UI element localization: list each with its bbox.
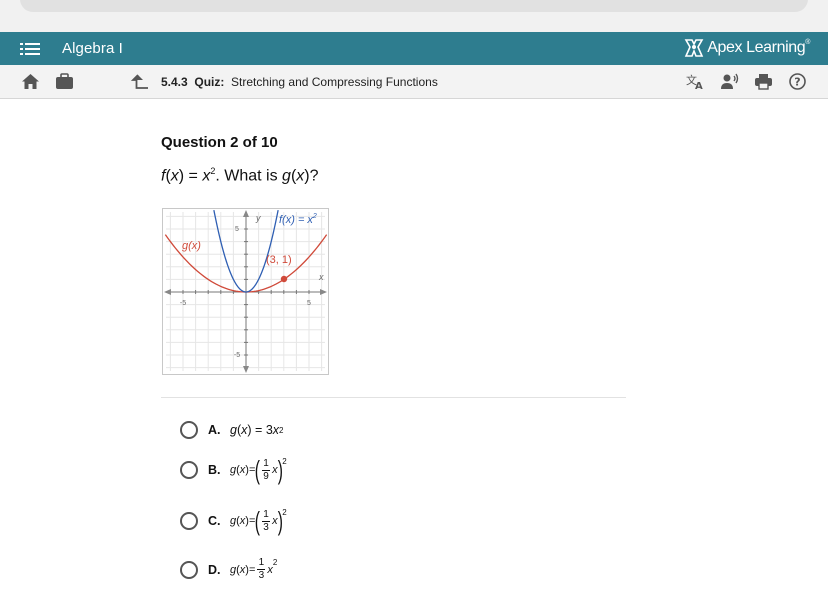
g-label: g(x) — [182, 240, 201, 252]
divider — [161, 397, 626, 398]
radio-button[interactable] — [180, 461, 198, 479]
choice-letter: B. — [208, 463, 221, 477]
lesson-title: Stretching and Compressing Functions — [231, 75, 438, 89]
print-icon[interactable] — [754, 73, 773, 90]
breadcrumb: 5.4.3 Quiz: Stretching and Compressing F… — [161, 75, 438, 89]
svg-text:A: A — [695, 81, 703, 90]
radio-button[interactable] — [180, 421, 198, 439]
choice-d[interactable]: D. g(x) = 13x2 — [180, 558, 277, 581]
lesson-type: Quiz: — [194, 75, 225, 89]
choice-c-expression: g(x) = ( 13x ) 2 — [230, 506, 287, 536]
apex-logo-icon — [684, 39, 704, 57]
svg-text:?: ? — [794, 76, 800, 89]
choice-a[interactable]: A. g(x) = 3x2 — [180, 421, 283, 439]
choice-c[interactable]: C. g(x) = ( 13x ) 2 — [180, 508, 287, 534]
question-prompt: f(x) = x2. What is g(x)? — [161, 166, 319, 185]
choice-letter: A. — [208, 423, 221, 437]
x-tick-label-neg: -5 — [180, 300, 186, 307]
read-aloud-icon[interactable] — [720, 73, 740, 90]
choice-letter: D. — [208, 562, 221, 577]
help-icon[interactable]: ? — [788, 73, 807, 90]
y-axis-label: y — [255, 213, 261, 223]
back-arrow-icon[interactable] — [131, 73, 150, 90]
course-title: Algebra I — [62, 40, 123, 57]
brand-logo: Apex Learning® — [684, 38, 810, 58]
x-axis-label: x — [318, 272, 324, 282]
choice-letter: C. — [208, 514, 221, 528]
point-3-1 — [280, 275, 288, 283]
browser-top-strip — [0, 0, 828, 32]
point-label: (3, 1) — [266, 254, 292, 266]
browser-address-bar[interactable] — [20, 0, 808, 12]
app-header: Algebra I Apex Learning® — [0, 32, 828, 65]
choice-b-expression: g(x) = ( 19x ) 2 — [230, 455, 287, 485]
brand-name: Apex Learning® — [707, 39, 810, 56]
radio-button[interactable] — [180, 560, 198, 579]
question-counter: Question 2 of 10 — [161, 134, 278, 151]
function-graph: y x 5 -5 -5 5 (3, 1) g(x) f(x) = x2 — [162, 208, 329, 375]
translate-icon[interactable]: 文 A — [686, 73, 706, 90]
choice-a-expression: g(x) = 3x2 — [230, 423, 284, 437]
home-icon[interactable] — [21, 73, 40, 90]
lesson-number: 5.4.3 — [161, 75, 188, 89]
x-tick-label-pos: 5 — [307, 300, 311, 307]
menu-list-icon[interactable] — [20, 41, 40, 57]
choice-b[interactable]: B. g(x) = ( 19x ) 2 — [180, 457, 287, 483]
y-tick-label-pos: 5 — [235, 226, 239, 233]
y-tick-label-neg: -5 — [234, 352, 240, 359]
f-label: f(x) = x2 — [279, 213, 317, 226]
briefcase-icon[interactable] — [55, 73, 74, 90]
toolbar: 5.4.3 Quiz: Stretching and Compressing F… — [0, 65, 828, 99]
choice-d-expression: g(x) = 13x2 — [230, 557, 278, 581]
radio-button[interactable] — [180, 512, 198, 530]
